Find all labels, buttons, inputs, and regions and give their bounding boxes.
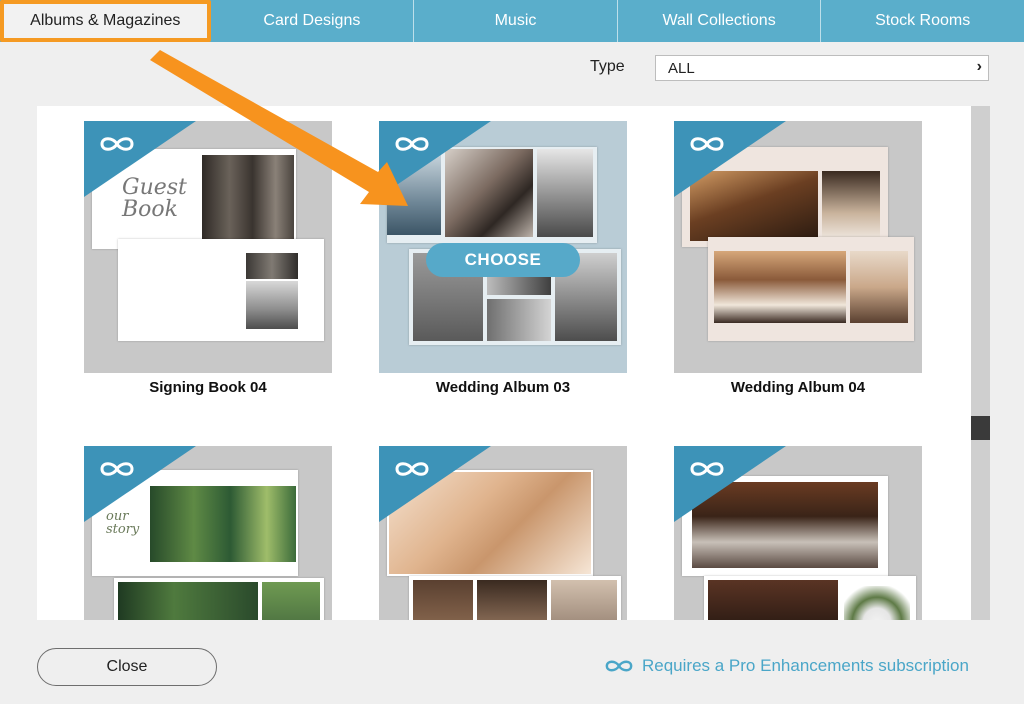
category-tab-bar: Albums & Magazines Card Designs Music Wa…: [0, 0, 1024, 42]
photo: [551, 580, 617, 620]
pro-subscription-note: Requires a Pro Enhancements subscription: [602, 656, 969, 676]
album-page: [118, 239, 324, 341]
type-filter-value: ALL: [668, 60, 695, 77]
scrollbar-thumb[interactable]: [971, 416, 990, 440]
template-title: Wedding Album 03: [435, 379, 571, 396]
infinity-icon: [100, 462, 134, 476]
tab-wall-collections[interactable]: Wall Collections: [618, 0, 822, 42]
template-grid: Guest Book Signing Book 04 CHOOSE Weddin…: [37, 106, 971, 620]
infinity-icon: [395, 462, 429, 476]
close-button[interactable]: Close: [37, 648, 217, 686]
album-page: [708, 237, 914, 341]
photo: [246, 253, 298, 279]
template-thumbnail[interactable]: [674, 446, 922, 620]
photo: [714, 251, 846, 323]
album-page: [114, 578, 324, 620]
template-thumbnail[interactable]: [674, 121, 922, 373]
tab-albums-magazines[interactable]: Albums & Magazines: [0, 0, 211, 42]
tab-card-designs[interactable]: Card Designs: [211, 0, 415, 42]
photo: [487, 299, 551, 341]
choose-button[interactable]: CHOOSE: [426, 243, 580, 277]
pro-note-text: Requires a Pro Enhancements subscription: [642, 656, 969, 675]
photo: [822, 171, 880, 241]
photo: [246, 281, 298, 329]
chevron-right-icon: ›: [976, 58, 982, 75]
photo: [850, 251, 908, 323]
infinity-icon: [605, 660, 633, 672]
photo: [118, 582, 258, 620]
template-thumbnail[interactable]: CHOOSE: [379, 121, 627, 373]
tab-stock-rooms[interactable]: Stock Rooms: [821, 0, 1024, 42]
template-thumbnail[interactable]: Guest Book: [84, 121, 332, 373]
photo: [262, 582, 320, 620]
album-page: [409, 576, 621, 620]
tab-music[interactable]: Music: [414, 0, 618, 42]
photo: [844, 586, 910, 620]
infinity-icon: [100, 137, 134, 151]
infinity-icon: [395, 137, 429, 151]
infinity-icon: [690, 462, 724, 476]
template-title: Wedding Album 04: [730, 379, 866, 396]
photo: [202, 155, 294, 245]
template-thumbnail[interactable]: our story: [84, 446, 332, 620]
type-filter-label: Type: [590, 58, 625, 75]
photo: [708, 580, 838, 620]
grid-scrollbar[interactable]: [971, 106, 990, 620]
album-page: [704, 576, 916, 620]
photo: [537, 149, 593, 237]
type-filter-select[interactable]: ALL ›: [655, 55, 989, 81]
template-thumbnail[interactable]: [379, 446, 627, 620]
infinity-icon: [690, 137, 724, 151]
template-title: Signing Book 04: [149, 379, 267, 396]
photo: [413, 580, 473, 620]
photo: [477, 580, 547, 620]
